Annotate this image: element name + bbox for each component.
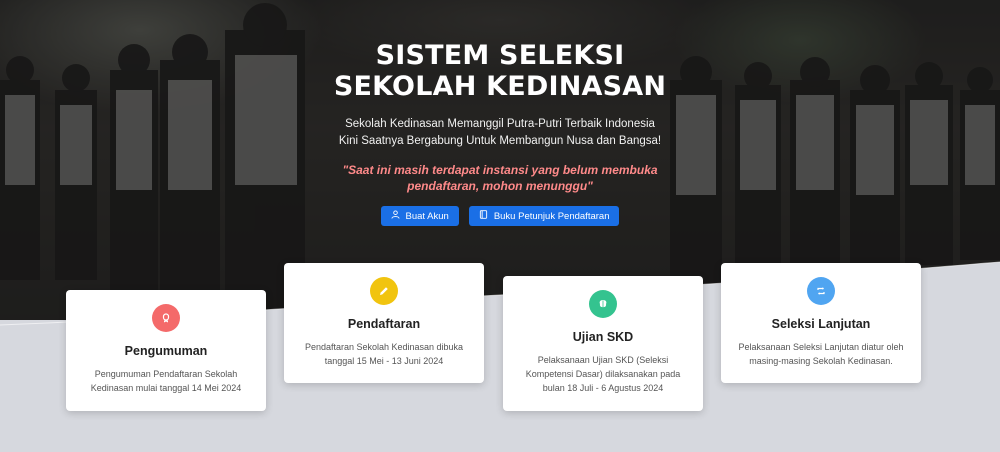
registration-guide-button[interactable]: Buku Petunjuk Pendaftaran	[468, 206, 620, 226]
card-text: Pelaksanaan Seleksi Lanjutan diatur oleh…	[738, 342, 904, 366]
hero-subtitle: Sekolah Kedinasan Memanggil Putra-Putri …	[0, 116, 1000, 150]
registration-guide-label: Buku Petunjuk Pendaftaran	[493, 210, 610, 222]
card-text: Pendaftaran Sekolah Kedinasan dibuka tan…	[304, 342, 464, 366]
create-account-button[interactable]: Buat Akun	[380, 206, 459, 226]
card-title: Pendaftaran	[347, 317, 421, 331]
card-ujian-skd: Ujian SKD Pelaksanaan Ujian SKD (Seleksi…	[503, 276, 703, 411]
user-icon	[390, 210, 400, 222]
card-pengumuman: Pengumuman Pengumuman Pendaftaran Sekola…	[66, 290, 266, 411]
card-title: Pengumuman	[124, 344, 208, 358]
hero-content: SISTEM SELEKSI SEKOLAH KEDINASAN Sekolah…	[0, 40, 1000, 226]
card-seleksi-lanjutan: Seleksi Lanjutan Pelaksanaan Seleksi Lan…	[721, 263, 921, 383]
card-text: Pelaksanaan Ujian SKD (Seleksi Kompetens…	[525, 355, 681, 393]
hero-notice: "Saat ini masih terdapat instansi yang b…	[342, 163, 658, 193]
brain-icon	[589, 290, 617, 318]
create-account-label: Buat Akun	[405, 210, 449, 222]
hero-buttons: Buat Akun Buku Petunjuk Pendaftaran	[0, 206, 1000, 226]
repeat-icon	[807, 277, 835, 305]
card-title: Ujian SKD	[572, 330, 634, 344]
card-text: Pengumuman Pendaftaran Sekolah Kedinasan…	[90, 369, 242, 393]
page-title: SISTEM SELEKSI SEKOLAH KEDINASAN	[333, 40, 667, 102]
book-icon	[479, 210, 488, 222]
hero-subtitle-line1: Sekolah Kedinasan Memanggil Putra-Putri …	[345, 118, 655, 130]
hero-subtitle-line2: Kini Saatnya Bergabung Untuk Membangun N…	[338, 135, 662, 147]
megaphone-icon	[152, 304, 180, 332]
card-title: Seleksi Lanjutan	[771, 317, 871, 331]
pencil-icon	[370, 277, 398, 305]
card-pendaftaran: Pendaftaran Pendaftaran Sekolah Kedinasa…	[284, 263, 484, 383]
